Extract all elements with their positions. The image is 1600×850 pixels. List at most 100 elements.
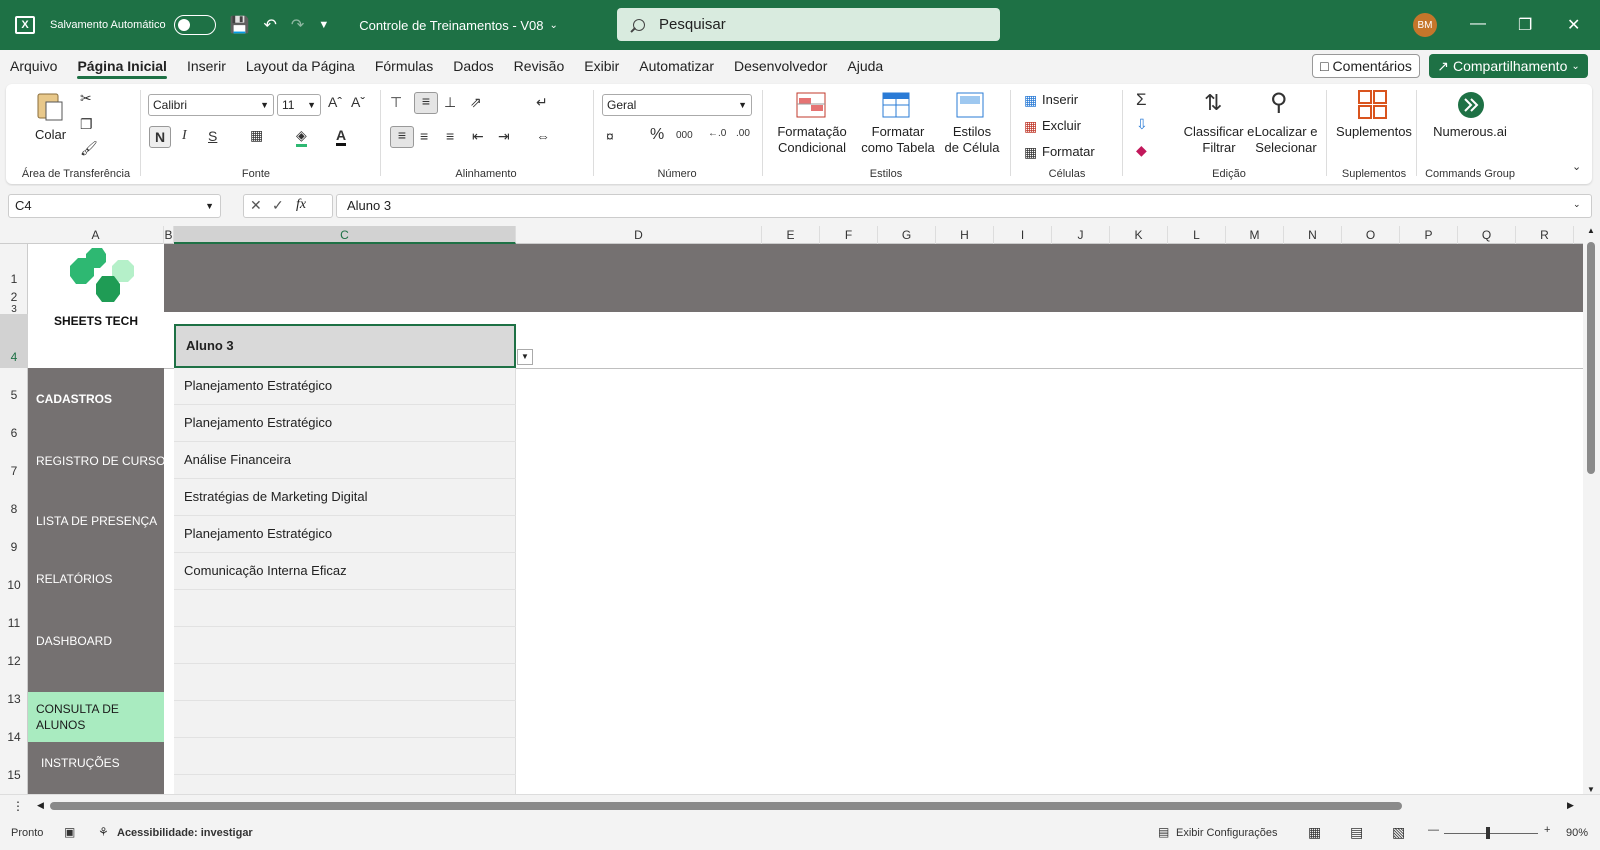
accessibility-status[interactable]: Acessibilidade: investigar — [117, 827, 253, 839]
column-header-h[interactable]: H — [936, 226, 994, 244]
scroll-right-icon[interactable]: ▶ — [1567, 800, 1574, 811]
document-title[interactable]: Controle de Treinamentos - V08 — [359, 18, 543, 33]
sheet-options-icon[interactable]: ⋮ — [12, 799, 24, 813]
underline-button[interactable]: S — [208, 128, 217, 144]
paste-icon[interactable] — [34, 90, 64, 121]
borders-icon[interactable]: ▦ — [250, 127, 263, 144]
cancel-icon[interactable]: ✕ — [250, 197, 262, 214]
minimize-icon[interactable]: — — [1470, 15, 1486, 33]
tab-ajuda[interactable]: Ajuda — [837, 50, 893, 82]
formula-input[interactable]: Aluno 3 — [336, 194, 1592, 218]
search-box[interactable]: Pesquisar — [617, 8, 1000, 41]
fill-color-icon[interactable]: ◈ — [296, 127, 307, 147]
font-color-icon[interactable]: A — [336, 127, 347, 146]
column-header-i[interactable]: I — [994, 226, 1052, 244]
column-header-g[interactable]: G — [878, 226, 936, 244]
delete-cells-icon[interactable]: ▦ — [1024, 118, 1037, 135]
row-header[interactable]: 7 — [0, 464, 28, 478]
row-header[interactable]: 12 — [0, 654, 28, 668]
scroll-down-icon[interactable]: ▼ — [1587, 785, 1595, 794]
number-format-select[interactable]: Geral ▼ — [602, 94, 752, 116]
list-item[interactable]: Planejamento Estratégico — [174, 405, 516, 442]
column-header-m[interactable]: M — [1226, 226, 1284, 244]
column-header-p[interactable]: P — [1400, 226, 1458, 244]
column-header-b[interactable]: B — [164, 226, 174, 244]
clear-icon[interactable]: ◆ — [1136, 142, 1147, 159]
share-button[interactable]: ↗ Compartilhamento ⌄ — [1429, 54, 1588, 78]
font-name-select[interactable]: Calibri ▼ — [148, 94, 274, 116]
enter-icon[interactable]: ✓ — [272, 197, 284, 214]
autosave-toggle[interactable] — [173, 15, 216, 35]
align-center-icon[interactable]: ≡ — [420, 128, 428, 144]
decrease-decimal-icon[interactable]: .00 — [736, 128, 750, 139]
fx-button[interactable]: fx — [296, 197, 306, 213]
column-header-e[interactable]: E — [762, 226, 820, 244]
thousands-icon[interactable]: 000 — [676, 130, 693, 141]
format-painter-icon[interactable]: 🖌 — [80, 140, 98, 157]
tab-arquivo[interactable]: Arquivo — [0, 50, 67, 82]
format-cells-icon[interactable]: ▦ — [1024, 144, 1037, 161]
tab-inserir[interactable]: Inserir — [177, 50, 236, 82]
column-header-o[interactable]: O — [1342, 226, 1400, 244]
sidebar-item-relatorios[interactable]: RELATÓRIOS — [36, 572, 112, 586]
customize-qat-icon[interactable]: ▼ — [318, 19, 329, 31]
find-select-label[interactable]: Localizar e Selecionar — [1246, 124, 1326, 156]
find-select-icon[interactable]: ⚲ — [1270, 88, 1288, 117]
column-header-n[interactable]: N — [1284, 226, 1342, 244]
tab-exibir[interactable]: Exibir — [574, 50, 629, 82]
fill-icon[interactable]: ⇩ — [1136, 116, 1148, 133]
list-item[interactable]: Planejamento Estratégico — [174, 368, 516, 405]
merge-center-icon[interactable]: ⇔ — [536, 128, 550, 144]
sort-filter-label[interactable]: Classificar e Filtrar — [1182, 124, 1256, 156]
row-header[interactable]: 6 — [0, 426, 28, 440]
dropdown-arrow-icon[interactable]: ▼ — [517, 349, 533, 365]
paste-label[interactable]: Colar — [35, 127, 66, 142]
tab-dados[interactable]: Dados — [443, 50, 503, 82]
avatar[interactable]: BM — [1413, 13, 1437, 37]
tab-layout[interactable]: Layout da Página — [236, 50, 365, 82]
row-header[interactable]: 4 — [0, 314, 28, 368]
align-right-icon[interactable]: ≡ — [446, 128, 454, 144]
row-header[interactable]: 8 — [0, 502, 28, 516]
list-item[interactable]: Comunicação Interna Eficaz — [174, 553, 516, 590]
horizontal-scrollbar[interactable]: ⋮ ◀ ▶ — [0, 794, 1600, 816]
sidebar-item-registro-cursos[interactable]: REGISTRO DE CURSOS — [36, 454, 173, 468]
chevron-down-icon[interactable]: ⌄ — [549, 20, 557, 31]
list-item[interactable]: Estratégias de Marketing Digital — [174, 479, 516, 516]
list-item[interactable] — [174, 701, 516, 738]
italic-button[interactable]: I — [182, 128, 187, 144]
sidebar-item-cadastros[interactable]: CADASTROS — [36, 392, 112, 406]
insert-cells-label[interactable]: Inserir — [1042, 92, 1078, 107]
sort-filter-icon[interactable]: ⇅ — [1204, 90, 1222, 116]
zoom-in-icon[interactable]: + — [1544, 824, 1550, 836]
autosum-icon[interactable]: Σ — [1136, 90, 1147, 110]
normal-view-icon[interactable]: ▦ — [1308, 824, 1321, 841]
list-item[interactable] — [174, 590, 516, 627]
column-header-a[interactable]: A — [28, 226, 164, 244]
bold-button[interactable]: N — [149, 126, 171, 148]
align-top-icon[interactable]: ⊤ — [390, 94, 402, 111]
name-box[interactable]: C4 ▼ — [8, 194, 221, 218]
sidebar-item-lista-presenca[interactable]: LISTA DE PRESENÇA — [36, 514, 157, 528]
row-header[interactable]: 11 — [0, 616, 28, 630]
macro-record-icon[interactable]: ▣ — [64, 825, 75, 839]
chevron-down-icon[interactable]: ⌄ — [1572, 160, 1581, 173]
align-bottom-icon[interactable]: ⊥ — [444, 94, 456, 111]
insert-cells-icon[interactable]: ▦ — [1024, 92, 1037, 109]
numerous-label[interactable]: Numerous.ai — [1420, 124, 1520, 139]
zoom-slider[interactable] — [1444, 833, 1538, 834]
format-table-icon[interactable] — [882, 92, 912, 120]
scroll-left-icon[interactable]: ◀ — [37, 800, 44, 811]
delete-cells-label[interactable]: Excluir — [1042, 118, 1081, 133]
column-header-j[interactable]: J — [1052, 226, 1110, 244]
comments-button[interactable]: □ Comentários — [1312, 54, 1420, 78]
selected-cell-c4[interactable]: Aluno 3 — [174, 324, 516, 368]
column-header-d[interactable]: D — [516, 226, 762, 244]
decrease-indent-icon[interactable]: ⇤ — [472, 128, 484, 145]
cell-styles-label[interactable]: Estilos de Célula — [944, 124, 1000, 156]
numerous-icon[interactable] — [1456, 90, 1486, 118]
decrease-font-icon[interactable]: Aˇ — [351, 94, 365, 110]
worksheet[interactable]: SHEETS TECH CADASTROS REGISTRO DE CURSOS… — [28, 244, 1583, 794]
accessibility-icon[interactable]: ⚘ — [98, 825, 109, 839]
restore-icon[interactable]: ❐ — [1518, 15, 1532, 35]
